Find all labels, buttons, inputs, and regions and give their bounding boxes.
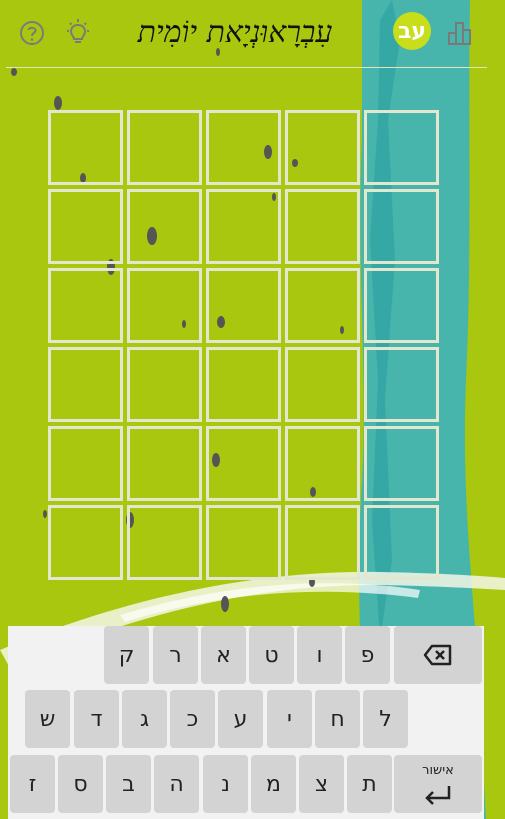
header: עִבְרָאוּנְיָאת יוֹמִית עב: [0, 0, 505, 68]
tile: [127, 189, 202, 264]
game-board: [48, 110, 439, 580]
tile: [364, 189, 439, 264]
tile: [206, 505, 281, 580]
key-resh[interactable]: ר: [153, 626, 198, 684]
key-lamed[interactable]: ל: [363, 690, 408, 748]
tile: [206, 426, 281, 501]
tile: [285, 110, 360, 185]
key-he[interactable]: ה: [154, 755, 199, 813]
key-shin[interactable]: ש: [25, 690, 70, 748]
tile: [127, 347, 202, 422]
key-tav[interactable]: ת: [347, 755, 392, 813]
key-ayin[interactable]: ע: [218, 690, 263, 748]
key-alef[interactable]: א: [201, 626, 246, 684]
tile: [285, 347, 360, 422]
tile: [285, 426, 360, 501]
header-divider: [6, 67, 487, 68]
key-mem[interactable]: מ: [251, 755, 296, 813]
tile: [48, 426, 123, 501]
keyboard: ק ר א ט ו פ ש ד ג כ ע י ח ל ז ס ב ה נ מ …: [8, 626, 484, 819]
key-dalet[interactable]: ד: [74, 690, 119, 748]
tile: [127, 110, 202, 185]
tile: [48, 505, 123, 580]
key-het[interactable]: ח: [315, 690, 360, 748]
tile: [364, 110, 439, 185]
tile: [364, 268, 439, 343]
tile: [364, 505, 439, 580]
tile: [206, 347, 281, 422]
key-qof[interactable]: ק: [104, 626, 149, 684]
stats-icon[interactable]: [445, 18, 475, 48]
key-nun[interactable]: נ: [203, 755, 248, 813]
backspace-key[interactable]: [394, 626, 482, 684]
key-yod[interactable]: י: [267, 690, 312, 748]
tile: [206, 110, 281, 185]
tile: [48, 189, 123, 264]
tile: [48, 268, 123, 343]
key-tsadi[interactable]: צ: [299, 755, 344, 813]
tile: [206, 189, 281, 264]
tile: [285, 189, 360, 264]
tile: [364, 347, 439, 422]
key-tet[interactable]: ט: [249, 626, 294, 684]
logo: עב: [393, 12, 431, 50]
tile: [364, 426, 439, 501]
backspace-icon: [423, 644, 452, 666]
tile: [48, 110, 123, 185]
key-kaf[interactable]: כ: [170, 690, 215, 748]
key-gimel[interactable]: ג: [122, 690, 167, 748]
key-bet[interactable]: ב: [106, 755, 151, 813]
tile: [285, 268, 360, 343]
lightbulb-icon[interactable]: [63, 18, 93, 48]
tile: [127, 268, 202, 343]
app-title: עִבְרָאוּנְיָאת יוֹמִית: [137, 15, 333, 50]
help-icon[interactable]: [17, 18, 47, 48]
tile: [127, 426, 202, 501]
key-vav[interactable]: ו: [297, 626, 342, 684]
enter-label: אישור: [422, 763, 454, 778]
key-samekh[interactable]: ס: [58, 755, 103, 813]
tile: [127, 505, 202, 580]
enter-icon: [425, 786, 451, 805]
key-zayin[interactable]: ז: [10, 755, 55, 813]
tile: [285, 505, 360, 580]
enter-key[interactable]: אישור: [394, 755, 482, 813]
key-pe[interactable]: פ: [345, 626, 390, 684]
tile: [206, 268, 281, 343]
tile: [48, 347, 123, 422]
